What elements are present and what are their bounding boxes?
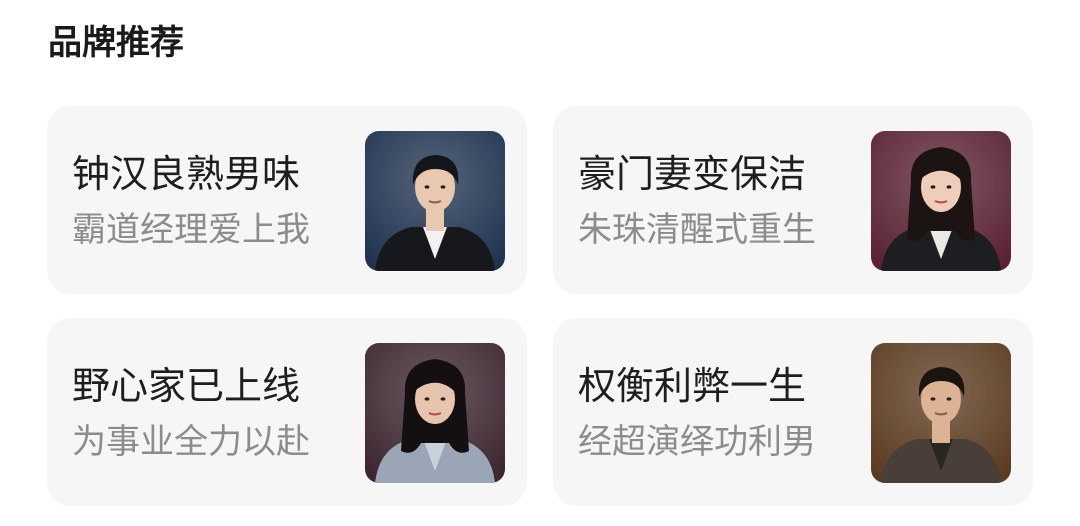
card-subtitle: 朱珠清醒式重生: [578, 210, 816, 250]
man-in-suit-portrait: [365, 131, 505, 271]
section-title: 品牌推荐: [48, 23, 184, 63]
card-subtitle: 为事业全力以赴: [72, 422, 310, 462]
card-thumbnail[interactable]: [871, 343, 1011, 483]
card-thumbnail[interactable]: [365, 343, 505, 483]
woman-in-gray-blazer-portrait: [365, 343, 505, 483]
brand-card[interactable]: 钟汉良熟男味 霸道经理爱上我: [47, 106, 527, 294]
brand-card[interactable]: 权衡利弊一生 经超演绎功利男: [553, 318, 1033, 506]
card-title: 权衡利弊一生: [578, 364, 807, 408]
card-title: 钟汉良熟男味: [72, 152, 301, 196]
card-subtitle: 霸道经理爱上我: [72, 210, 310, 250]
card-title: 野心家已上线: [72, 364, 301, 408]
card-title: 豪门妻变保洁: [578, 152, 807, 196]
brand-card[interactable]: 豪门妻变保洁 朱珠清醒式重生: [553, 106, 1033, 294]
card-thumbnail[interactable]: [871, 131, 1011, 271]
brand-card[interactable]: 野心家已上线 为事业全力以赴: [47, 318, 527, 506]
man-in-brown-jacket-portrait: [871, 343, 1011, 483]
woman-in-blazer-portrait: [871, 131, 1011, 271]
card-subtitle: 经超演绎功利男: [578, 422, 816, 462]
card-thumbnail[interactable]: [365, 131, 505, 271]
